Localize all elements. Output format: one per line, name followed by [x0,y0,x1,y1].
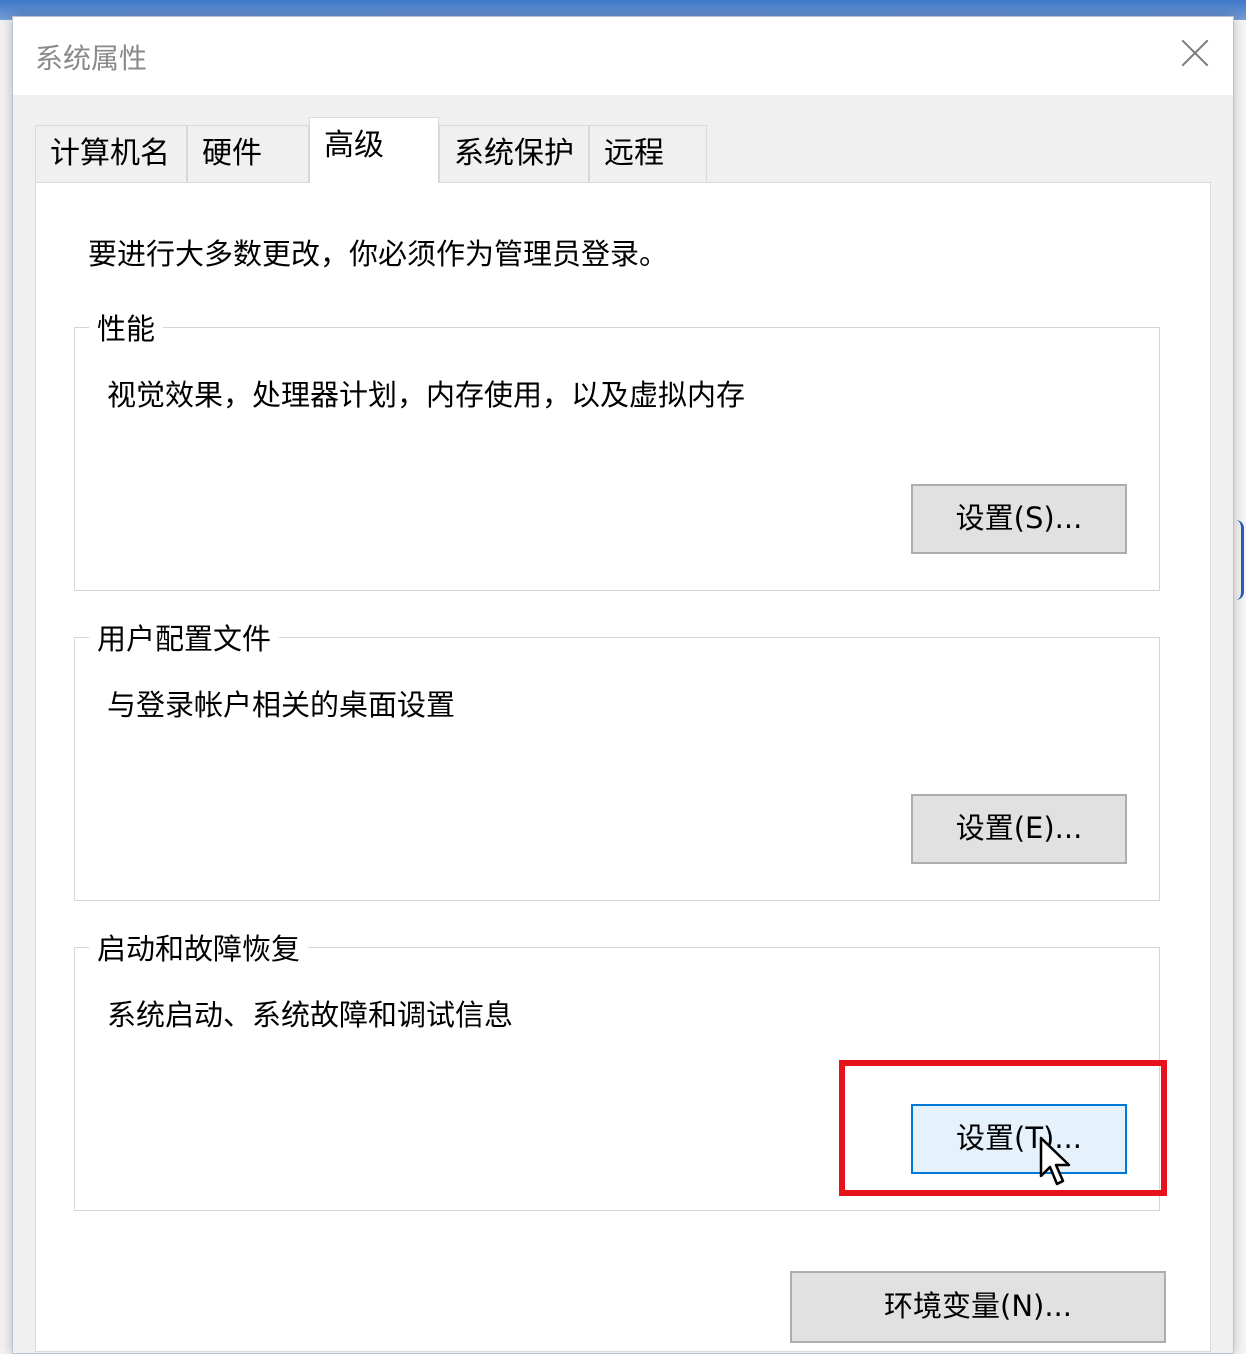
tab-remote[interactable]: 远程 [589,125,707,183]
user-profiles-description: 与登录帐户相关的桌面设置 [107,688,456,722]
tab-computer-name[interactable]: 计算机名 [35,125,187,183]
background-arc-decoration [1236,520,1244,600]
tab-system-protection[interactable]: 系统保护 [439,125,589,183]
startup-recovery-settings-button[interactable]: 设置(T)... [911,1104,1127,1186]
user-profiles-group-title: 用户配置文件 [89,616,280,658]
advanced-tab-panel: 要进行大多数更改，你必须作为管理员登录。 性能 视觉效果，处理器计划，内存使用，… [35,182,1211,1352]
performance-group: 性能 视觉效果，处理器计划，内存使用，以及虚拟内存 设置(S)... [74,306,1160,591]
system-properties-dialog: 系统属性 计算机名 硬件 高级 系统保护 远程 要进行大多数更改，你必须作为管理… [12,16,1234,1354]
tab-strip: 计算机名 硬件 高级 系统保护 远程 [35,117,735,183]
title-bar: 系统属性 [13,17,1233,95]
startup-recovery-group-title: 启动和故障恢复 [89,926,309,968]
tab-advanced[interactable]: 高级 [309,117,439,183]
admin-note: 要进行大多数更改，你必须作为管理员登录。 [88,237,669,271]
environment-variables-button[interactable]: 环境变量(N)... [790,1271,1166,1343]
close-icon[interactable] [1175,33,1215,73]
startup-recovery-settings-label: 设置(T)... [956,1121,1082,1155]
performance-description: 视觉效果，处理器计划，内存使用，以及虚拟内存 [107,378,746,412]
startup-recovery-description: 系统启动、系统故障和调试信息 [107,998,514,1032]
user-profiles-group: 用户配置文件 与登录帐户相关的桌面设置 设置(E)... [74,616,1160,901]
tab-hardware[interactable]: 硬件 [187,125,309,183]
background-window-right-edge [1234,20,1246,1354]
startup-recovery-group: 启动和故障恢复 系统启动、系统故障和调试信息 设置(T)... [74,926,1167,1211]
user-profiles-settings-button[interactable]: 设置(E)... [911,794,1127,864]
performance-settings-button[interactable]: 设置(S)... [911,484,1127,554]
background-window-left-edge [0,20,12,1354]
window-title: 系统属性 [35,42,148,75]
performance-group-title: 性能 [89,306,164,348]
